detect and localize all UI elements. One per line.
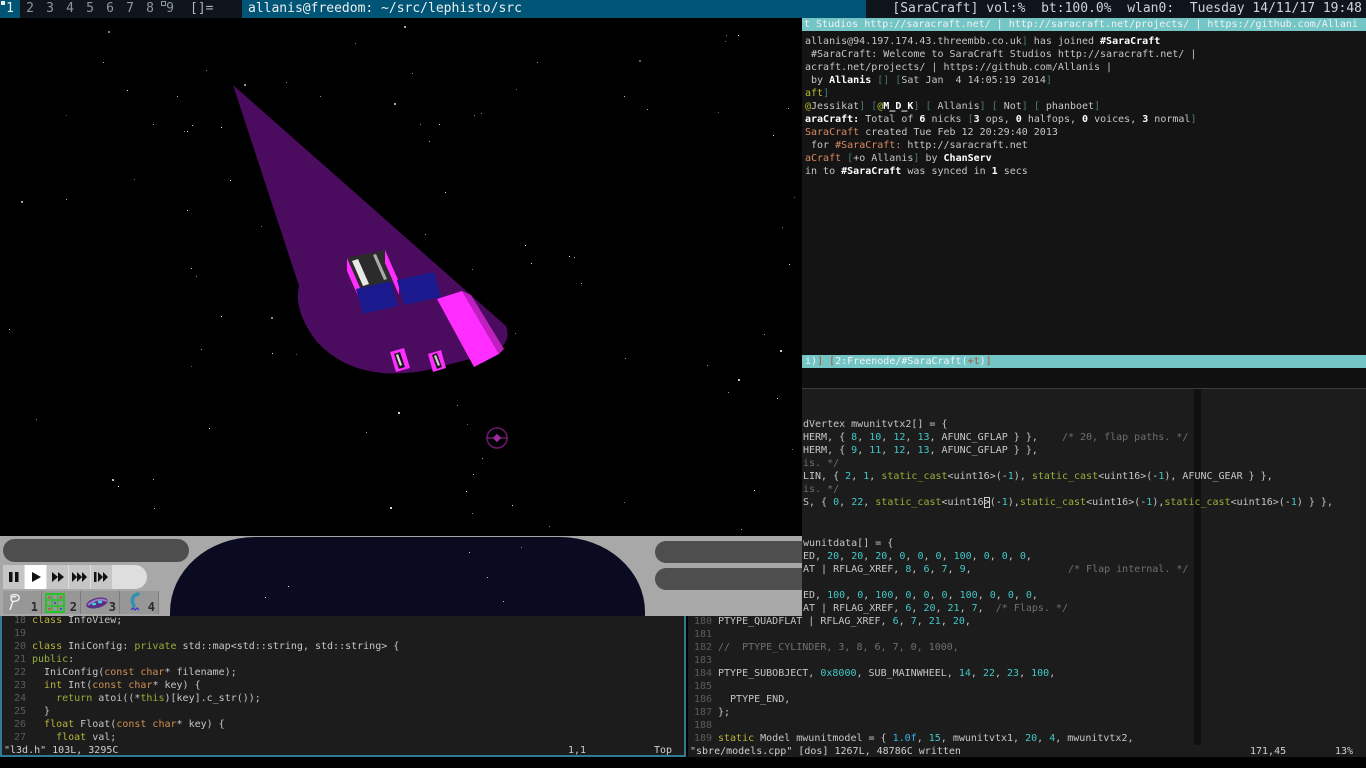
vim-statusline-file: "l3d.h" 103L, 3295C <box>4 744 118 757</box>
right-pill-2 <box>655 568 802 590</box>
tag-2[interactable]: 2 <box>20 0 40 18</box>
dwm-bar: 1 2 3 4 5 6 7 8 9 []= allanis@freedom: ~… <box>0 0 1366 18</box>
game-control-panel: 1 2 <box>0 536 802 616</box>
player-ship <box>0 18 802 536</box>
tag-5[interactable]: 5 <box>80 0 100 18</box>
vim-statusline-percent: 13% <box>1335 745 1353 757</box>
irc-channel-topic-bar: t Studios http://saracraft.net/ | http:/… <box>802 18 1366 31</box>
vim-statusline-position: 1,1 <box>568 744 586 757</box>
tag-9[interactable]: 9 <box>160 0 180 18</box>
galaxy-view-button[interactable]: 3 <box>81 591 120 614</box>
tag-occupied-dot <box>1 1 5 5</box>
status-text: [SaraCraft] vol:% bt:100.0% wlan0: Tuesd… <box>866 0 1366 18</box>
view-button-label: 3 <box>109 600 116 614</box>
galaxy-icon <box>84 593 110 613</box>
ship-view-button[interactable]: 1 <box>3 591 42 614</box>
time-controls <box>3 565 147 589</box>
view-button-label: 2 <box>70 600 77 614</box>
right-pill-1 <box>655 541 802 563</box>
sector-map-icon <box>45 593 65 613</box>
tag-7[interactable]: 7 <box>120 0 140 18</box>
play-icon <box>30 571 42 583</box>
nav-target-indicator <box>486 428 508 448</box>
play-button[interactable] <box>25 565 46 589</box>
scanner-dome <box>170 537 645 616</box>
pause-icon <box>8 571 20 583</box>
irc-input-line[interactable] <box>802 368 1366 388</box>
game-viewport[interactable]: 1 2 <box>0 18 802 616</box>
tag-3[interactable]: 3 <box>40 0 60 18</box>
vim-statusline-percent: Top <box>654 744 672 757</box>
time-accel-2x-button[interactable] <box>47 565 68 589</box>
comms-log-pill <box>3 539 189 562</box>
focused-window-title: allanis@freedom: ~/src/lephisto/src <box>242 0 866 18</box>
view-buttons: 1 2 <box>3 591 159 614</box>
irc-message-area: allanis@94.197.174.43.threembb.co.uk] ha… <box>802 18 1366 368</box>
vim-statusline-file: "sbre/models.cpp" [dos] 1267L, 48786C wr… <box>690 745 961 757</box>
sector-map-button[interactable]: 2 <box>42 591 81 614</box>
irc-status-bar: i)] [2:Freenode/#SaraCraft(+t)] <box>802 355 1366 368</box>
ff3x-icon <box>72 571 88 583</box>
desktop: 1 2 3 4 5 6 7 8 9 []= allanis@freedom: ~… <box>0 0 1366 768</box>
pause-button[interactable] <box>3 565 24 589</box>
vim-statusline-position: 171,45 <box>1250 745 1286 757</box>
comms-button[interactable]: 4 <box>120 591 159 614</box>
comms-icon <box>123 592 145 613</box>
ff2x-icon <box>51 571 65 583</box>
tag-4[interactable]: 4 <box>60 0 80 18</box>
time-accel-3x-button[interactable] <box>69 565 90 589</box>
layout-indicator[interactable]: []= <box>180 0 242 18</box>
irc-window: allanis@94.197.174.43.threembb.co.uk] ha… <box>802 18 1366 388</box>
tag-8[interactable]: 8 <box>140 0 160 18</box>
lasso-icon <box>6 593 28 613</box>
view-button-label: 4 <box>148 600 155 614</box>
tag-client-square <box>161 1 166 6</box>
time-accel-4x-button[interactable] <box>91 565 112 589</box>
vim-l3d-h-window[interactable]: 18class InfoView;1920class IniConfig: pr… <box>0 616 686 757</box>
tag-6[interactable]: 6 <box>100 0 120 18</box>
ff4x-icon <box>94 571 110 583</box>
view-button-label: 1 <box>31 600 38 614</box>
vim-colorcolumn <box>1194 389 1201 745</box>
tag-1[interactable]: 1 <box>0 0 20 18</box>
